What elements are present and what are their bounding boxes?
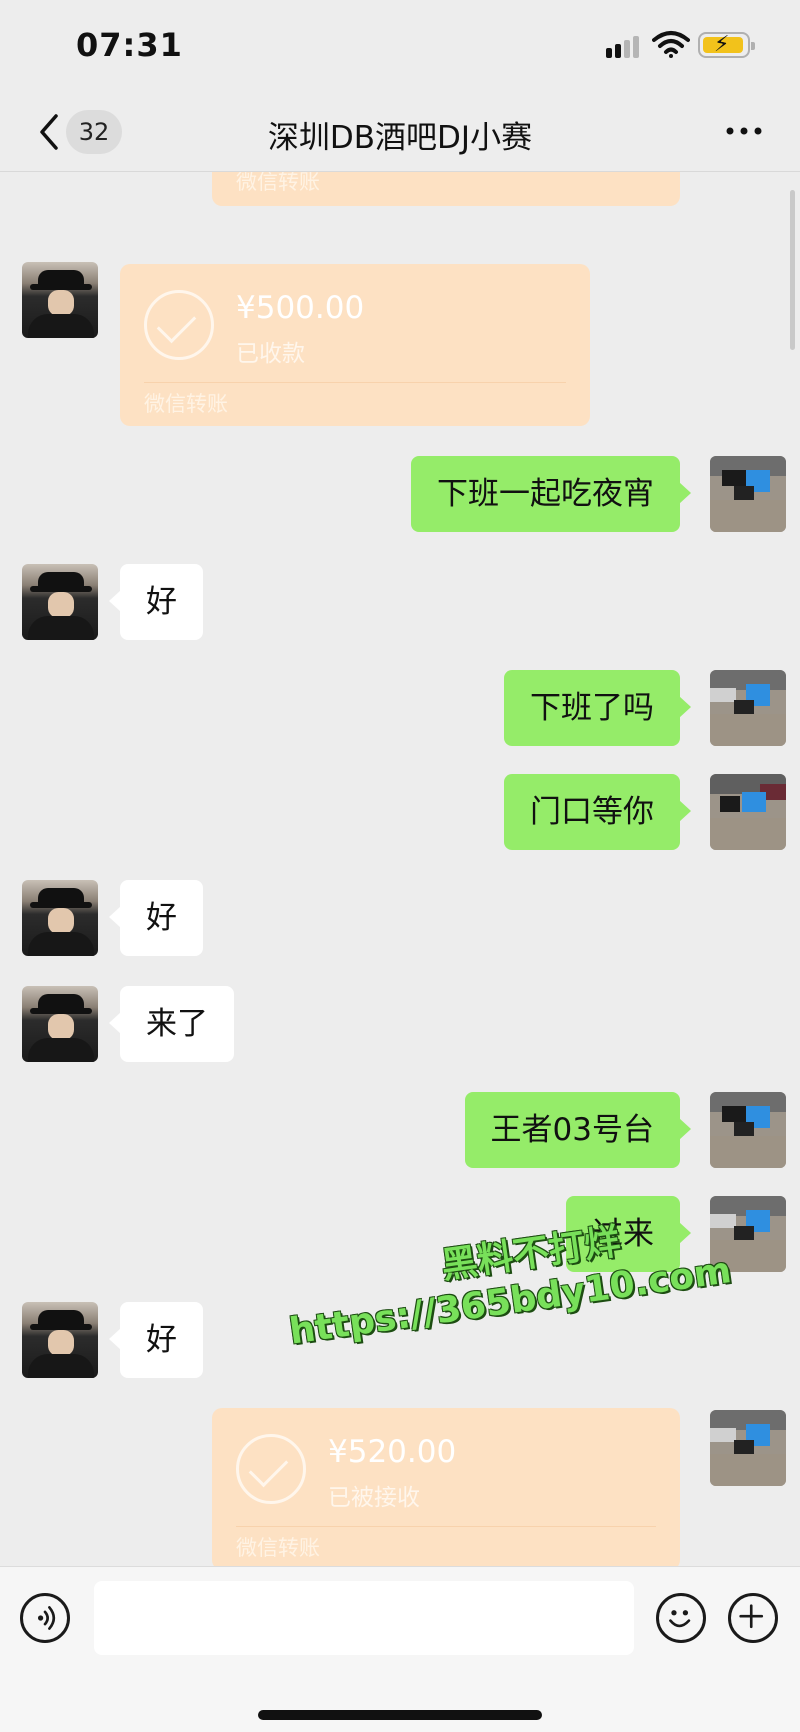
avatar[interactable] xyxy=(710,456,786,532)
avatar[interactable] xyxy=(710,1410,786,1486)
wifi-icon xyxy=(652,31,690,58)
avatar[interactable] xyxy=(710,774,786,850)
transfer-card[interactable]: 微信转账 xyxy=(212,172,680,206)
status-bar: 07:31 ⚡ xyxy=(0,0,800,92)
message-list[interactable]: 微信转账 ¥500.00 已收款 微信转账 下班一起吃夜宵 好 下班了吗 门口等… xyxy=(0,172,800,1566)
transfer-label: 微信转账 xyxy=(236,172,320,194)
message-bubble[interactable]: 好 xyxy=(109,564,203,640)
signal-icon xyxy=(606,34,644,58)
message-bubble[interactable]: 王者03号台 xyxy=(464,1092,692,1168)
message-bubble[interactable]: 来了 xyxy=(109,986,234,1062)
transfer-card[interactable]: ¥520.00 已被接收 微信转账 xyxy=(212,1408,680,1566)
transfer-amount: ¥520.00 xyxy=(328,1434,457,1470)
battery-icon: ⚡ xyxy=(698,32,755,58)
message-bubble[interactable]: 下班了吗 xyxy=(504,670,691,746)
input-bar xyxy=(0,1566,800,1732)
emoji-icon[interactable] xyxy=(656,1593,706,1643)
message-bubble[interactable]: 下班一起吃夜宵 xyxy=(411,456,691,532)
scrollbar[interactable] xyxy=(790,190,795,350)
transfer-card[interactable]: ¥500.00 已收款 微信转账 xyxy=(120,264,590,426)
plus-icon[interactable] xyxy=(728,1593,778,1643)
message-bubble[interactable]: 好 xyxy=(109,1302,203,1378)
avatar[interactable] xyxy=(710,1092,786,1168)
transfer-status: 已被接收 xyxy=(328,1485,420,1511)
message-bubble[interactable]: 门口等你 xyxy=(504,774,691,850)
check-circle-icon xyxy=(144,290,214,360)
transfer-label: 微信转账 xyxy=(144,392,228,416)
status-time: 07:31 xyxy=(76,26,183,64)
transfer-status: 已收款 xyxy=(236,341,305,367)
avatar[interactable] xyxy=(22,1302,98,1378)
more-dots-icon[interactable] xyxy=(724,116,764,146)
chat-title: 深圳DB酒吧DJ小赛 xyxy=(267,120,533,156)
avatar[interactable] xyxy=(22,880,98,956)
transfer-amount: ¥500.00 xyxy=(236,290,365,326)
avatar[interactable] xyxy=(22,262,98,338)
message-input[interactable] xyxy=(94,1581,634,1655)
avatar[interactable] xyxy=(22,564,98,640)
chat-header: 32 深圳DB酒吧DJ小赛 xyxy=(0,92,800,172)
voice-icon[interactable] xyxy=(20,1593,70,1643)
avatar[interactable] xyxy=(710,670,786,746)
home-indicator xyxy=(258,1710,542,1720)
transfer-label: 微信转账 xyxy=(236,1536,320,1560)
avatar[interactable] xyxy=(22,986,98,1062)
check-circle-icon xyxy=(236,1434,306,1504)
message-bubble[interactable]: 好 xyxy=(109,880,203,956)
